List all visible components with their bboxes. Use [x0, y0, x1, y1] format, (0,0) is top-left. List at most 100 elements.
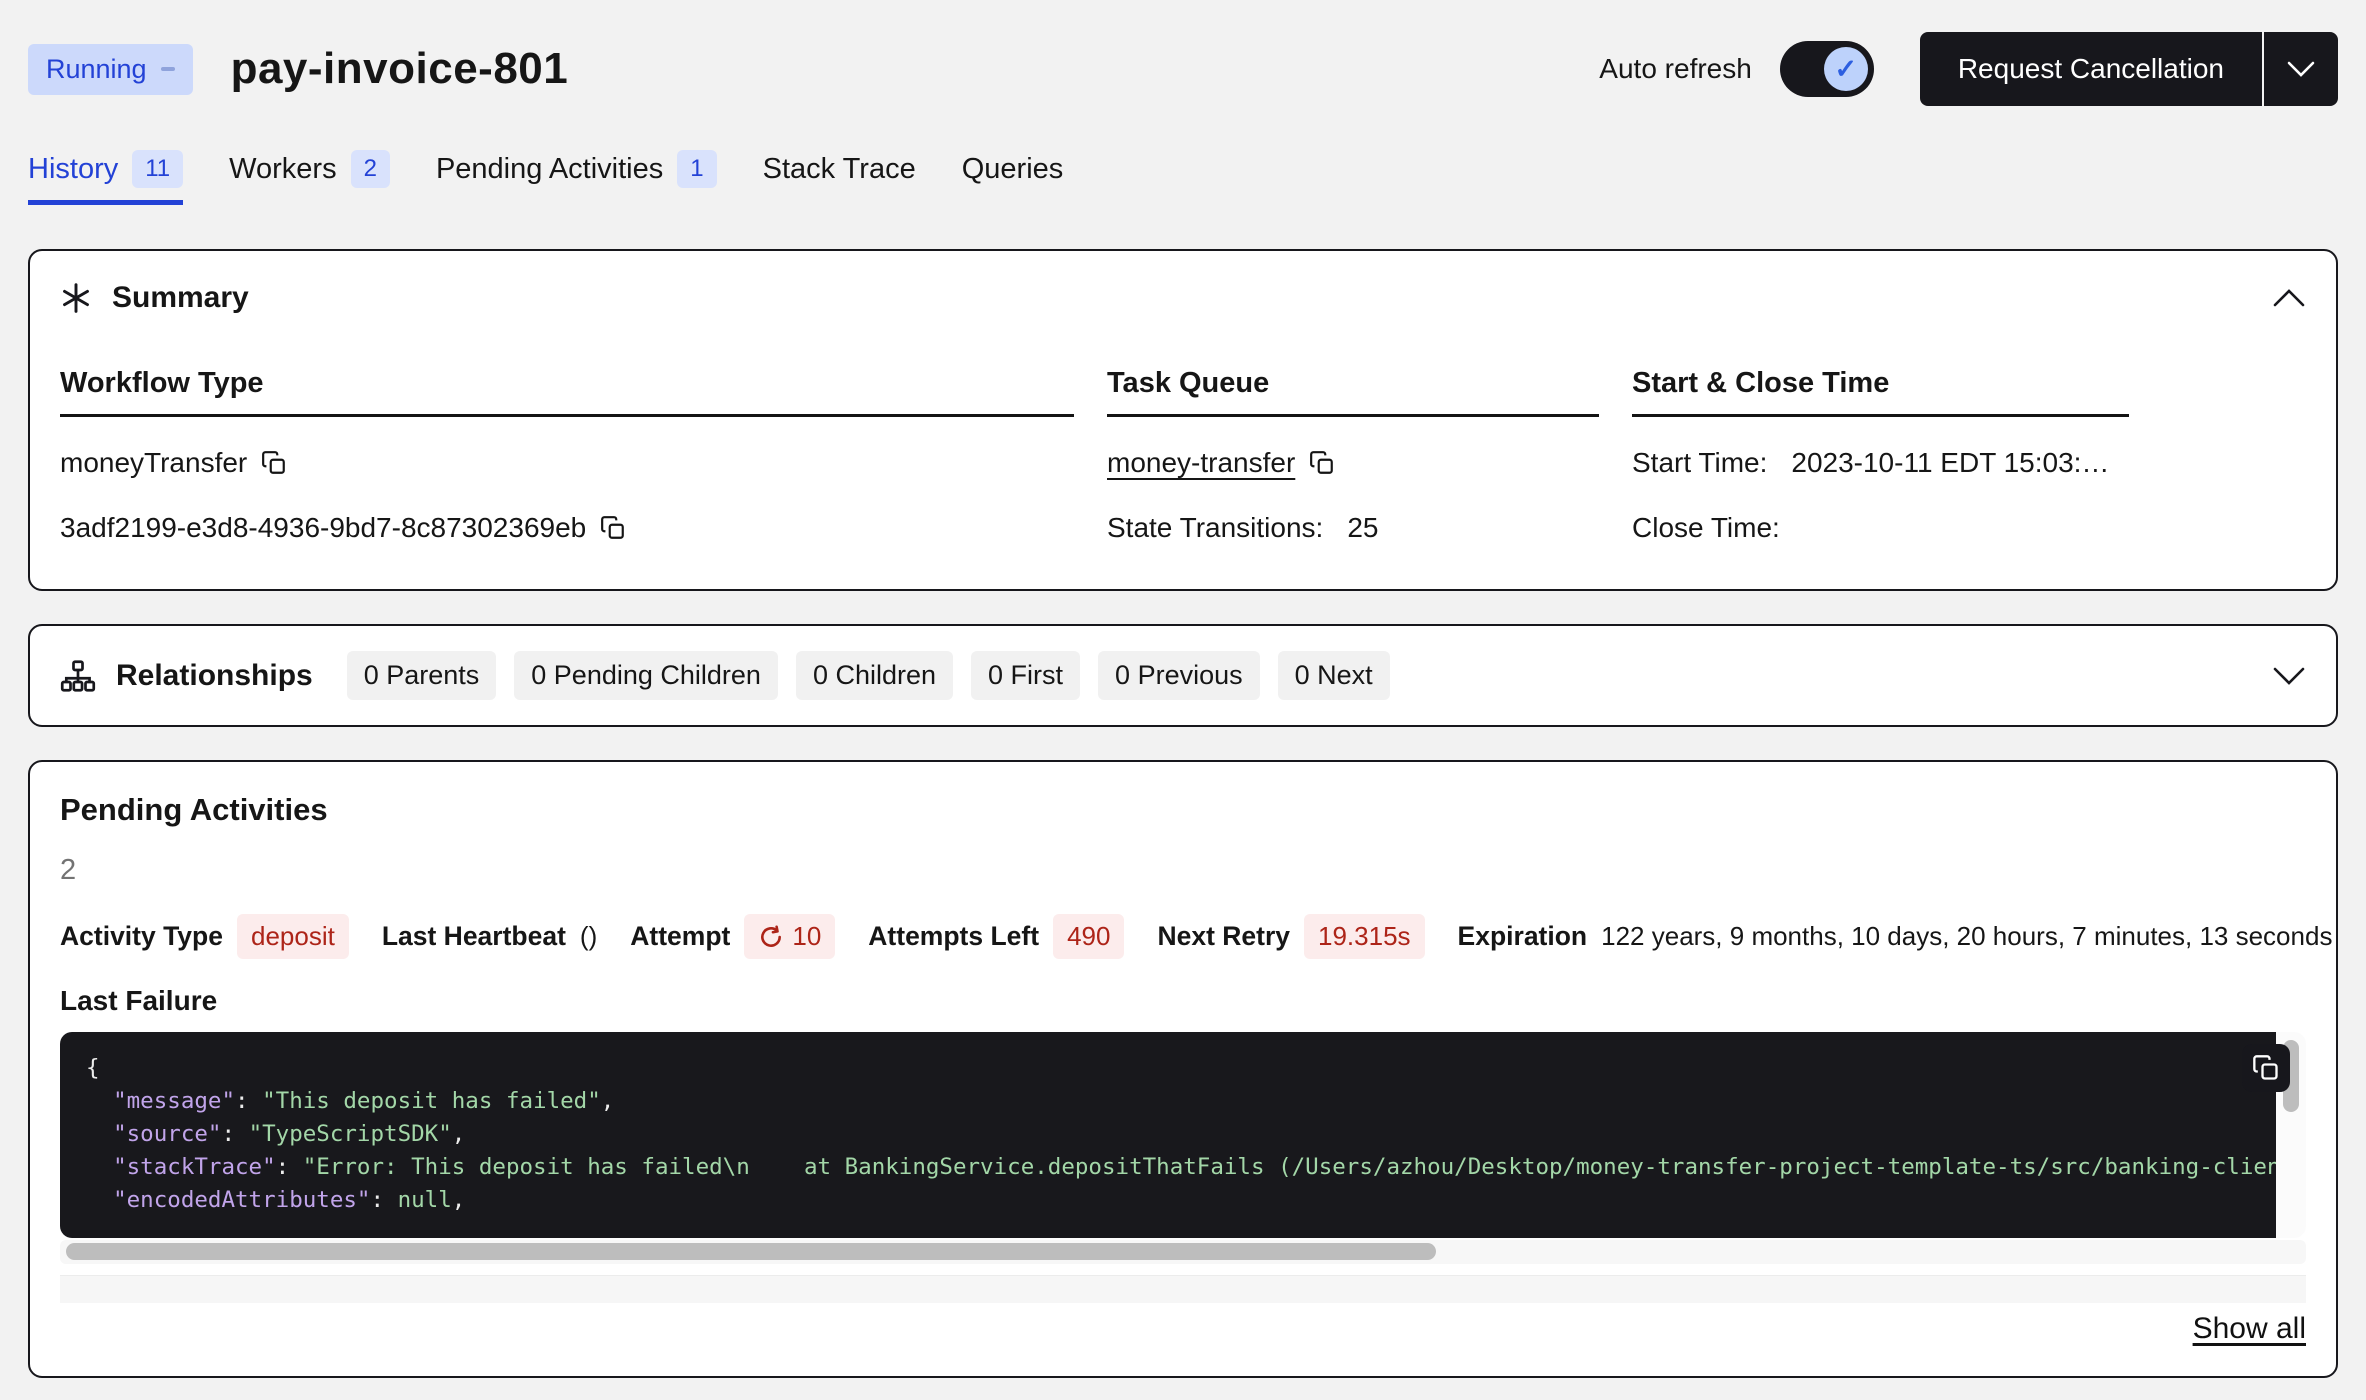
relationships-header[interactable]: Relationships 0 Parents 0 Pending Childr… — [60, 651, 2306, 700]
attempt-label: Attempt — [630, 921, 730, 952]
toggle-check-icon: ✓ — [1824, 47, 1868, 91]
copy-icon — [261, 450, 287, 476]
json-value: "Error: This deposit has failed\n at Ban… — [303, 1154, 2276, 1180]
json-value: null — [398, 1187, 452, 1213]
tab-stack-trace[interactable]: Stack Trace — [763, 150, 916, 205]
json-key: "source" — [113, 1121, 221, 1147]
json-sep: : — [370, 1187, 397, 1213]
json-key: "stackTrace" — [113, 1154, 276, 1180]
attempts-left-label: Attempts Left — [868, 921, 1039, 952]
tab-workers[interactable]: Workers 2 — [229, 150, 390, 205]
attempts-left-field: Attempts Left 490 — [868, 914, 1124, 959]
cancellation-menu-button[interactable] — [2264, 32, 2338, 106]
horizontal-scrollbar-thumb[interactable] — [66, 1243, 1436, 1260]
tab-history-label: History — [28, 153, 118, 186]
pending-activity-fields: Activity Type deposit Last Heartbeat () … — [60, 914, 2306, 959]
page-title: pay-invoice-801 — [231, 44, 569, 94]
attempts-left-badge: 490 — [1053, 914, 1124, 959]
status-dash-icon — [161, 67, 175, 71]
copy-icon — [600, 515, 626, 541]
relationships-title: Relationships — [116, 659, 313, 693]
start-time-label: Start Time: — [1632, 447, 1767, 479]
copy-button[interactable] — [1309, 450, 1335, 476]
relationships-card: Relationships 0 Parents 0 Pending Childr… — [28, 624, 2338, 727]
times-header: Start & Close Time — [1632, 367, 2129, 417]
status-label: Running — [46, 54, 147, 85]
code-copy-button[interactable] — [2242, 1044, 2290, 1092]
close-time-row: Close Time: — [1632, 509, 2129, 547]
close-time-label: Close Time: — [1632, 512, 1780, 544]
task-queue-row: money-transfer — [1107, 444, 1599, 482]
pending-children-badge: 0 Pending Children — [514, 651, 778, 700]
previous-badge: 0 Previous — [1098, 651, 1260, 700]
state-transitions-label: State Transitions: — [1107, 512, 1323, 544]
copy-button[interactable] — [600, 515, 626, 541]
parents-badge: 0 Parents — [347, 651, 497, 700]
show-all-link[interactable]: Show all — [2193, 1312, 2306, 1345]
times-column: Start & Close Time Start Time: 2023-10-1… — [1632, 367, 2129, 547]
expiration-value: 122 years, 9 months, 10 days, 20 hours, … — [1601, 921, 2332, 952]
code-line: { — [86, 1055, 100, 1081]
chevron-down-icon — [2287, 61, 2315, 77]
summary-collapse-button[interactable] — [2272, 288, 2306, 308]
attempt-badge: 10 — [744, 914, 835, 959]
tab-history-count: 11 — [132, 150, 183, 188]
json-sep: : — [276, 1154, 303, 1180]
last-failure-code-block: { "message": "This deposit has failed", … — [60, 1032, 2306, 1238]
tab-pending-activities-count: 1 — [677, 150, 716, 188]
next-retry-badge: 19.315s — [1304, 914, 1425, 959]
copy-button[interactable] — [261, 450, 287, 476]
tab-pending-activities[interactable]: Pending Activities 1 — [436, 150, 717, 205]
last-heartbeat-field: Last Heartbeat () — [382, 921, 597, 952]
request-cancellation-split-button: Request Cancellation — [1920, 32, 2338, 106]
workflow-detail-page: Running pay-invoice-801 Auto refresh ✓ R… — [0, 0, 2366, 1378]
chevron-down-icon — [2272, 666, 2306, 686]
pending-activities-count: 2 — [60, 854, 2306, 887]
tab-history[interactable]: History 11 — [28, 150, 183, 205]
json-sep: : — [235, 1088, 262, 1114]
code-line — [86, 1121, 113, 1147]
json-key: "message" — [113, 1088, 235, 1114]
pending-activities-title: Pending Activities — [60, 792, 2306, 828]
summary-grid: Workflow Type moneyTransfer 3adf2199-e3d… — [60, 367, 2306, 559]
attempt-value: 10 — [792, 921, 821, 952]
hierarchy-icon — [60, 658, 96, 694]
page-header: Running pay-invoice-801 Auto refresh ✓ R… — [28, 32, 2338, 106]
request-cancellation-label: Request Cancellation — [1958, 53, 2224, 85]
workflow-type-value: moneyTransfer — [60, 447, 247, 479]
relationship-badges: 0 Parents 0 Pending Children 0 Children … — [347, 651, 1390, 700]
pending-activities-card: Pending Activities 2 Activity Type depos… — [28, 760, 2338, 1378]
auto-refresh-toggle[interactable]: ✓ — [1780, 41, 1874, 97]
relationships-expand-button[interactable] — [2272, 666, 2306, 686]
json-sep: , — [601, 1088, 615, 1114]
json-key: "encodedAttributes" — [113, 1187, 370, 1213]
code-line — [86, 1154, 113, 1180]
tab-stack-trace-label: Stack Trace — [763, 153, 916, 186]
tab-pending-activities-label: Pending Activities — [436, 153, 663, 186]
children-badge: 0 Children — [796, 651, 953, 700]
tab-queries[interactable]: Queries — [962, 150, 1064, 205]
start-time-row: Start Time: 2023-10-11 EDT 15:03:… — [1632, 444, 2129, 482]
task-queue-link[interactable]: money-transfer — [1107, 447, 1295, 479]
request-cancellation-button[interactable]: Request Cancellation — [1920, 32, 2262, 106]
expiration-field: Expiration 122 years, 9 months, 10 days,… — [1458, 921, 2333, 952]
json-code: { "message": "This deposit has failed", … — [60, 1032, 2276, 1238]
json-sep: , — [452, 1121, 466, 1147]
next-badge: 0 Next — [1278, 651, 1390, 700]
json-value: "This deposit has failed" — [262, 1088, 601, 1114]
chevron-up-icon — [2272, 288, 2306, 308]
copy-icon — [1309, 450, 1335, 476]
horizontal-scrollbar — [60, 1240, 2306, 1264]
summary-card-header: Summary — [60, 281, 2306, 315]
copy-icon — [2252, 1054, 2280, 1082]
json-value: "TypeScriptSDK" — [249, 1121, 452, 1147]
tab-workers-label: Workers — [229, 153, 336, 186]
summary-title: Summary — [112, 281, 249, 315]
next-retry-label: Next Retry — [1157, 921, 1290, 952]
task-queue-column: Task Queue money-transfer State Transiti… — [1107, 367, 1599, 547]
auto-refresh-label: Auto refresh — [1599, 53, 1752, 85]
collapsed-row — [60, 1275, 2306, 1303]
tab-queries-label: Queries — [962, 153, 1064, 186]
tab-bar: History 11 Workers 2 Pending Activities … — [28, 150, 2338, 205]
expiration-label: Expiration — [1458, 921, 1588, 952]
